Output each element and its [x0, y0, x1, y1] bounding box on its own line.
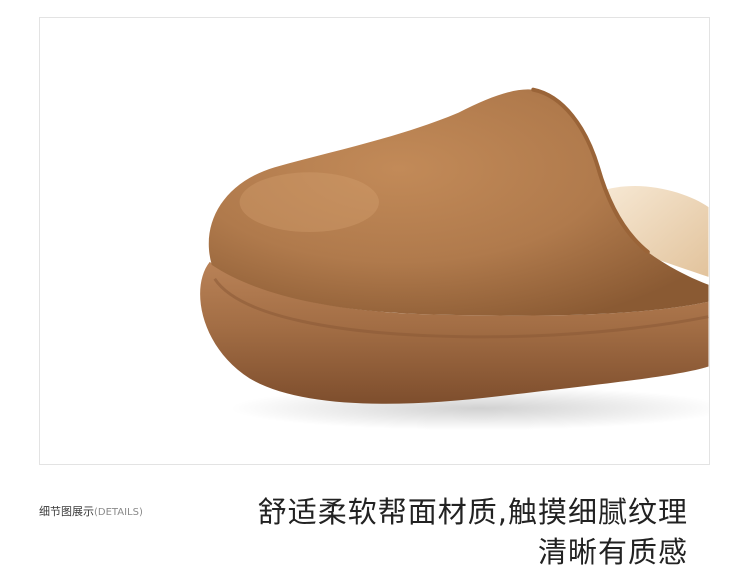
product-photo — [39, 17, 710, 465]
details-label-en: (DETAILS) — [94, 507, 143, 518]
headline-line-1: 舒适柔软帮面材质,触摸细腻纹理 — [257, 495, 688, 529]
headline-line-2: 清晰有质感 — [537, 535, 688, 569]
details-section-label: 细节图展示(DETAILS) — [39, 505, 143, 520]
slipper-illustration — [200, 87, 709, 431]
details-label-cn: 细节图展示 — [39, 505, 94, 518]
toe-highlight — [239, 172, 379, 233]
feature-headline: 舒适柔软帮面材质,触摸细腻纹理 清晰有质感 — [258, 492, 688, 572]
product-detail-page: 细节图展示(DETAILS) 舒适柔软帮面材质,触摸细腻纹理 清晰有质感 — [0, 0, 750, 585]
